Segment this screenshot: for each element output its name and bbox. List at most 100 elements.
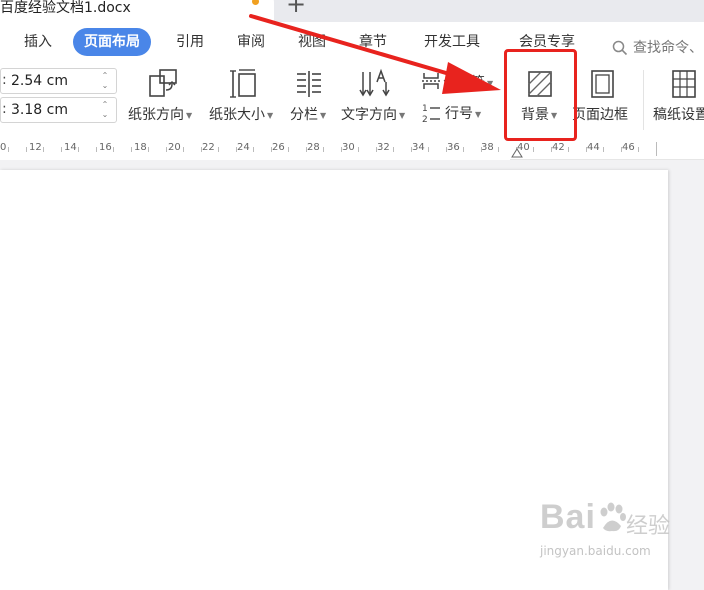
text-direction-button[interactable]: 文字方向 ▼ xyxy=(341,68,413,130)
dropdown-caret-icon: ▼ xyxy=(267,110,274,120)
ruler-label: 14 xyxy=(64,142,77,153)
ruler-tick xyxy=(568,147,569,152)
svg-text:2: 2 xyxy=(422,115,428,124)
search-placeholder: 查找命令、 xyxy=(633,40,703,56)
ruler-label: 38 xyxy=(481,142,494,153)
ruler-tick xyxy=(166,147,167,152)
ruler-tick xyxy=(498,147,499,152)
spin-down-icon[interactable]: ⌄ xyxy=(100,110,110,120)
text-direction-icon xyxy=(359,68,390,97)
ruler-label: 36 xyxy=(447,142,460,153)
text-direction-label: 文字方向 xyxy=(341,107,397,123)
ruler-label: 0 xyxy=(0,142,7,153)
page-border-icon xyxy=(591,70,614,98)
ruler-tick xyxy=(253,147,254,152)
paw-logo-icon xyxy=(600,502,626,532)
tab-insert[interactable]: 插入 xyxy=(24,28,52,56)
ruler-tick xyxy=(236,147,237,152)
paper-size-button[interactable]: 纸张大小 ▼ xyxy=(209,68,281,130)
line-numbers-label: 行号 xyxy=(445,106,473,122)
ruler-tick xyxy=(586,147,587,152)
top-margin-input[interactable] xyxy=(11,71,95,91)
paper-size-icon xyxy=(230,69,256,98)
ruler-tick xyxy=(131,147,132,152)
paper-orientation-button[interactable]: 纸张方向 ▼ xyxy=(128,68,200,130)
ruler-tick xyxy=(306,147,307,152)
dropdown-caret-icon: ▼ xyxy=(399,110,406,120)
paper-orientation-icon xyxy=(149,69,177,97)
spin-up-icon[interactable]: ⌃ xyxy=(100,71,110,81)
ruler-label: 44 xyxy=(587,142,600,153)
annotation-highlight-box xyxy=(504,49,577,141)
dropdown-caret-icon: ▼ xyxy=(475,109,482,119)
ruler-tick xyxy=(551,147,552,152)
ruler-label: 24 xyxy=(237,142,250,153)
ruler-tick xyxy=(393,147,394,152)
svg-text:1: 1 xyxy=(422,104,428,114)
ruler-tick xyxy=(481,147,482,152)
tab-chapters[interactable]: 章节 xyxy=(359,28,387,56)
tab-developer-tools[interactable]: 开发工具 xyxy=(424,28,480,56)
line-numbers-button[interactable]: 1 2 行号 ▼ xyxy=(421,100,501,126)
ruler-label: 28 xyxy=(307,142,320,153)
ruler-tick xyxy=(376,147,377,152)
ruler-tick xyxy=(533,147,534,152)
ruler-end-mark xyxy=(656,142,657,156)
spin-down-icon[interactable]: ⌄ xyxy=(100,81,110,91)
spin-up-icon[interactable]: ⌃ xyxy=(100,100,110,110)
ruler-tick xyxy=(26,147,27,152)
document-tab-title: 百度经验文档1.docx xyxy=(0,0,131,16)
ruler-tick xyxy=(96,147,97,152)
page-border-button[interactable]: 页面边框 xyxy=(572,68,638,130)
bottom-margin-input[interactable] xyxy=(11,100,95,120)
top-margin-arrows[interactable]: ⌃ ⌄ xyxy=(100,71,110,91)
ruler-label: 16 xyxy=(99,142,112,153)
ribbon: 插入 页面布局 引用 审阅 视图 章节 开发工具 会员专享 查找命令、 : ⌃ … xyxy=(0,22,704,140)
bottom-margin-arrows[interactable]: ⌃ ⌄ xyxy=(100,100,110,120)
columns-label: 分栏 xyxy=(290,107,318,123)
dropdown-caret-icon: ▼ xyxy=(487,78,494,88)
grid-paper-settings-button[interactable]: 稿纸设置 xyxy=(653,68,704,130)
ruler-tick xyxy=(411,147,412,152)
ruler-label: 18 xyxy=(134,142,147,153)
top-margin-spinner[interactable]: : ⌃ ⌄ xyxy=(0,68,117,94)
ruler-label: 46 xyxy=(622,142,635,153)
ruler-tick xyxy=(201,147,202,152)
ruler-tick xyxy=(113,147,114,152)
title-bar: 百度经验文档1.docx + xyxy=(0,0,704,22)
dropdown-caret-icon: ▼ xyxy=(320,110,327,120)
ruler-label: 30 xyxy=(342,142,355,153)
dropdown-caret-icon: ▼ xyxy=(186,110,193,120)
tab-review[interactable]: 审阅 xyxy=(237,28,265,56)
ruler-tick xyxy=(621,147,622,152)
ruler-tick xyxy=(218,147,219,152)
ruler-tick xyxy=(603,147,604,152)
paper-size-label: 纸张大小 xyxy=(209,107,265,123)
tab-view[interactable]: 视图 xyxy=(298,28,326,56)
search-icon xyxy=(612,40,628,56)
ruler-tick xyxy=(148,147,149,152)
ruler-tick xyxy=(428,147,429,152)
ruler-tick xyxy=(341,147,342,152)
breaks-button[interactable]: 分隔符 ▼ xyxy=(421,70,501,94)
watermark: Bai 经验 jingyan.baidu.com xyxy=(540,498,700,568)
bottom-margin-spinner[interactable]: : ⌃ ⌄ xyxy=(0,97,117,123)
ruler-label: 42 xyxy=(552,142,565,153)
ruler-label: 34 xyxy=(412,142,425,153)
breaks-icon xyxy=(422,73,440,89)
ruler-tick xyxy=(463,147,464,152)
ruler-tick xyxy=(323,147,324,152)
columns-button[interactable]: 分栏 ▼ xyxy=(290,68,334,130)
watermark-url: jingyan.baidu.com xyxy=(540,544,651,558)
new-tab-button[interactable]: + xyxy=(286,0,306,17)
right-indent-marker-icon[interactable] xyxy=(511,146,523,158)
ruler-tick xyxy=(358,147,359,152)
document-tab[interactable]: 百度经验文档1.docx xyxy=(0,0,274,22)
line-numbers-icon: 1 2 xyxy=(422,104,440,124)
horizontal-ruler[interactable]: 0 12 14 16 18 20 22 24 26 28 30 32 34 36… xyxy=(0,140,704,160)
ruler-label: 32 xyxy=(377,142,390,153)
ruler-tick xyxy=(271,147,272,152)
tab-references[interactable]: 引用 xyxy=(176,28,204,56)
tab-page-layout[interactable]: 页面布局 xyxy=(73,28,151,56)
grid-paper-label: 稿纸设置 xyxy=(653,107,704,123)
